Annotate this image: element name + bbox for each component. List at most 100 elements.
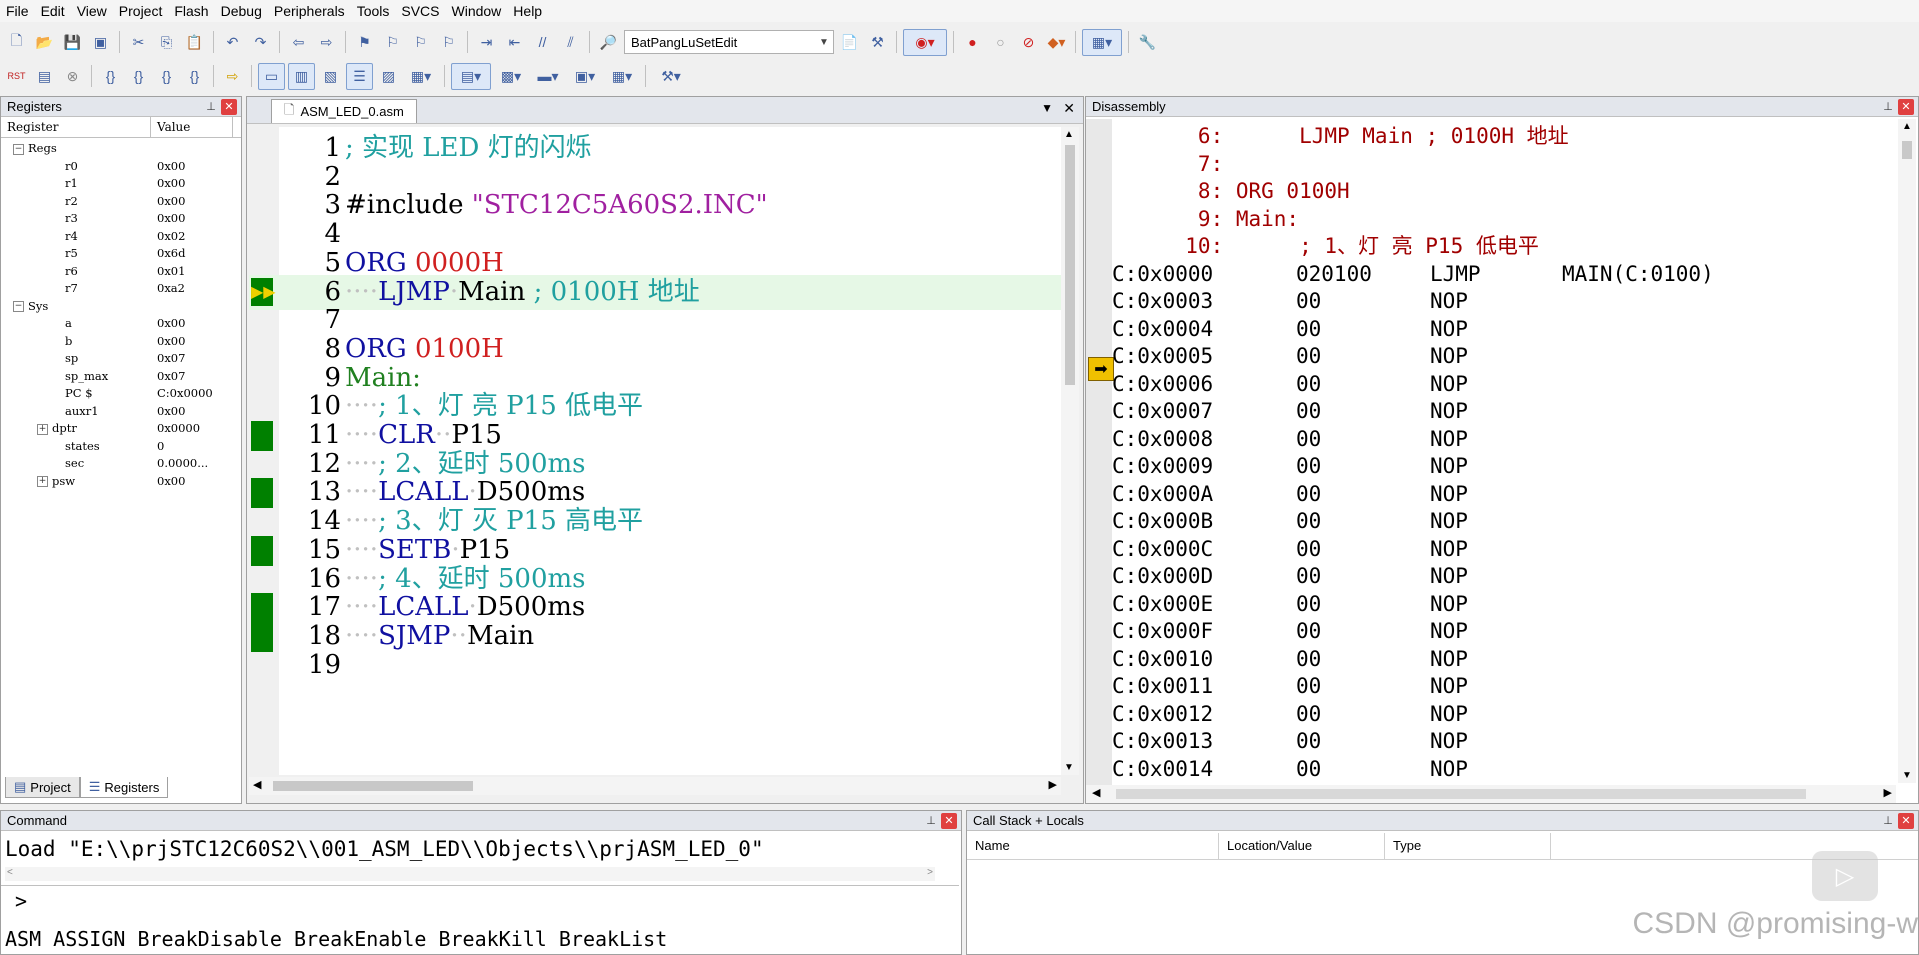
register-value[interactable]: 0x07 bbox=[151, 368, 241, 386]
register-row[interactable]: PC $ C:0x0000 bbox=[1, 385, 241, 403]
save-all-icon[interactable]: ▣ bbox=[88, 30, 113, 55]
disasm-row[interactable]: C:0x0000 020100 LJMP MAIN(C:0100) bbox=[1112, 261, 1872, 289]
scroll-left-icon[interactable]: < bbox=[7, 867, 13, 878]
editor-vscrollbar[interactable]: ▲ ▼ bbox=[1061, 127, 1079, 775]
nav-forward-icon[interactable]: ⇨ bbox=[314, 30, 339, 55]
scroll-right-icon[interactable]: ▶ bbox=[1884, 786, 1892, 799]
register-row[interactable]: r5 0x6d bbox=[1, 245, 241, 263]
serial-window-icon[interactable]: ▩▾ bbox=[494, 64, 528, 89]
register-value[interactable]: 0x0000 bbox=[151, 420, 241, 438]
close-tab-icon[interactable]: ✕ bbox=[1063, 100, 1075, 117]
command-input[interactable]: > bbox=[1, 885, 959, 915]
save-icon[interactable]: 💾 bbox=[60, 30, 85, 55]
register-row[interactable]: + dptr 0x0000 bbox=[1, 420, 241, 438]
register-value[interactable]: 0x6d bbox=[151, 245, 241, 263]
trace-window-icon[interactable]: ▣▾ bbox=[568, 64, 602, 89]
menu-tools[interactable]: Tools bbox=[351, 1, 396, 21]
disasm-row[interactable]: C:0x0003 00 NOP bbox=[1112, 288, 1872, 316]
register-group[interactable]: − Sys bbox=[1, 298, 241, 316]
col-location-value[interactable]: Location/Value bbox=[1219, 833, 1385, 859]
register-value[interactable]: 0.0000... bbox=[151, 455, 241, 473]
show-next-statement-icon[interactable]: ⇨ bbox=[220, 64, 245, 89]
col-name[interactable]: Name bbox=[967, 833, 1219, 859]
source-line[interactable]: 10: ; 1、灯 亮 P15 低电平 bbox=[1160, 233, 1539, 261]
call-stack-window-icon[interactable]: ▨ bbox=[376, 64, 401, 89]
scroll-thumb[interactable] bbox=[1065, 145, 1075, 385]
close-icon[interactable]: ✕ bbox=[221, 98, 237, 115]
close-icon[interactable]: ✕ bbox=[941, 812, 957, 829]
close-icon[interactable]: ✕ bbox=[1898, 98, 1914, 115]
debug-session-icon[interactable]: ◉▾ bbox=[903, 28, 947, 56]
reset-cpu-icon[interactable]: RST bbox=[4, 64, 29, 89]
hscroll-thumb[interactable] bbox=[273, 781, 473, 791]
disasm-row[interactable]: C:0x0011 00 NOP bbox=[1112, 673, 1872, 701]
symbols-window-icon[interactable]: ▧ bbox=[318, 64, 343, 89]
disassembly-window-icon[interactable]: ▥ bbox=[288, 62, 315, 90]
target-combo[interactable]: BatPangLuSetEdit ▼ bbox=[624, 30, 834, 54]
disasm-lines[interactable]: 6: LJMP Main ; 0100H 地址 7: 8: ORG 0100H … bbox=[1112, 119, 1892, 785]
menu-svcs[interactable]: SVCS bbox=[395, 1, 445, 21]
memory-window-icon[interactable]: ▤▾ bbox=[451, 62, 491, 90]
find-in-files-icon[interactable]: 🔎 bbox=[596, 30, 621, 55]
toolbox-icon[interactable]: ⚒▾ bbox=[652, 64, 690, 89]
uncomment-icon[interactable]: ⫽ bbox=[558, 30, 583, 55]
kill-breakpoints-icon[interactable]: ⊘ bbox=[1016, 30, 1041, 55]
disasm-row[interactable]: C:0x000D 00 NOP bbox=[1112, 563, 1872, 591]
breakpoint-options-icon[interactable]: ◆▾ bbox=[1044, 30, 1069, 55]
disasm-row[interactable]: C:0x000B 00 NOP bbox=[1112, 508, 1872, 536]
register-row[interactable]: b 0x00 bbox=[1, 333, 241, 351]
register-row[interactable]: a 0x00 bbox=[1, 315, 241, 333]
disasm-row[interactable]: C:0x0012 00 NOP bbox=[1112, 701, 1872, 729]
bookmark-icon[interactable]: ⚑ bbox=[352, 30, 377, 55]
collapse-icon[interactable]: − bbox=[13, 143, 24, 155]
source-line[interactable]: 6: LJMP Main ; 0100H 地址 bbox=[1160, 123, 1569, 151]
menu-debug[interactable]: Debug bbox=[215, 1, 268, 21]
register-row[interactable]: r6 0x01 bbox=[1, 263, 241, 281]
disable-breakpoint-icon[interactable]: ○ bbox=[988, 30, 1013, 55]
register-value[interactable]: C:0x0000 bbox=[151, 385, 241, 403]
register-value[interactable]: 0 bbox=[151, 438, 241, 456]
menu-view[interactable]: View bbox=[71, 1, 113, 21]
insert-breakpoint-icon[interactable]: ● bbox=[960, 30, 985, 55]
register-row[interactable]: r2 0x00 bbox=[1, 193, 241, 211]
analysis-window-icon[interactable]: ▬▾ bbox=[531, 64, 565, 89]
unindent-icon[interactable]: ⇤ bbox=[502, 30, 527, 55]
register-value[interactable]: 0x00 bbox=[151, 175, 241, 193]
disasm-row[interactable]: C:0x0005 00 NOP bbox=[1112, 343, 1872, 371]
register-row[interactable]: r1 0x00 bbox=[1, 175, 241, 193]
stop-icon[interactable]: ⊗ bbox=[60, 64, 85, 89]
find-icon[interactable]: 📄 bbox=[837, 30, 862, 55]
tab-project[interactable]: ▤ Project bbox=[5, 777, 80, 798]
system-viewer-icon[interactable]: ▦▾ bbox=[605, 64, 639, 89]
window-layout-icon[interactable]: ▦▾ bbox=[1082, 28, 1122, 56]
register-row[interactable]: sp_max 0x07 bbox=[1, 368, 241, 386]
redo-icon[interactable]: ↷ bbox=[248, 30, 273, 55]
register-group[interactable]: − Regs bbox=[1, 140, 241, 158]
source-line[interactable]: 8: ORG 0100H bbox=[1160, 178, 1350, 206]
open-folder-icon[interactable]: 📂 bbox=[32, 30, 57, 55]
scroll-down-icon[interactable]: ▼ bbox=[1902, 770, 1912, 781]
watch-windows-icon[interactable]: ▦▾ bbox=[404, 64, 438, 89]
step-over-icon[interactable]: {} bbox=[126, 64, 151, 89]
disasm-row[interactable]: C:0x0013 00 NOP bbox=[1112, 728, 1872, 756]
register-row[interactable]: r3 0x00 bbox=[1, 210, 241, 228]
register-value[interactable]: 0xa2 bbox=[151, 280, 241, 298]
scroll-up-icon[interactable]: ▲ bbox=[1902, 121, 1912, 132]
register-row[interactable]: sec 0.0000... bbox=[1, 455, 241, 473]
scroll-left-icon[interactable]: ◀ bbox=[253, 778, 261, 791]
new-file-icon[interactable]: 🗋 bbox=[4, 30, 29, 55]
disasm-row[interactable]: C:0x0010 00 NOP bbox=[1112, 646, 1872, 674]
disasm-row[interactable]: C:0x000C 00 NOP bbox=[1112, 536, 1872, 564]
scroll-thumb[interactable] bbox=[1902, 141, 1912, 159]
disasm-row[interactable]: C:0x0006 00 NOP bbox=[1112, 371, 1872, 399]
step-into-icon[interactable]: {} bbox=[98, 64, 123, 89]
hscroll-thumb[interactable] bbox=[1116, 789, 1806, 799]
menu-window[interactable]: Window bbox=[446, 1, 508, 21]
pin-icon[interactable]: ⊥ bbox=[203, 99, 219, 115]
register-row[interactable]: auxr1 0x00 bbox=[1, 403, 241, 421]
source-line[interactable]: 9: Main: bbox=[1160, 206, 1299, 234]
register-value[interactable]: 0x00 bbox=[151, 315, 241, 333]
disasm-vscrollbar[interactable]: ▲ ▼ bbox=[1898, 119, 1916, 783]
register-row[interactable]: r4 0x02 bbox=[1, 228, 241, 246]
run-icon[interactable]: ▤ bbox=[32, 64, 57, 89]
